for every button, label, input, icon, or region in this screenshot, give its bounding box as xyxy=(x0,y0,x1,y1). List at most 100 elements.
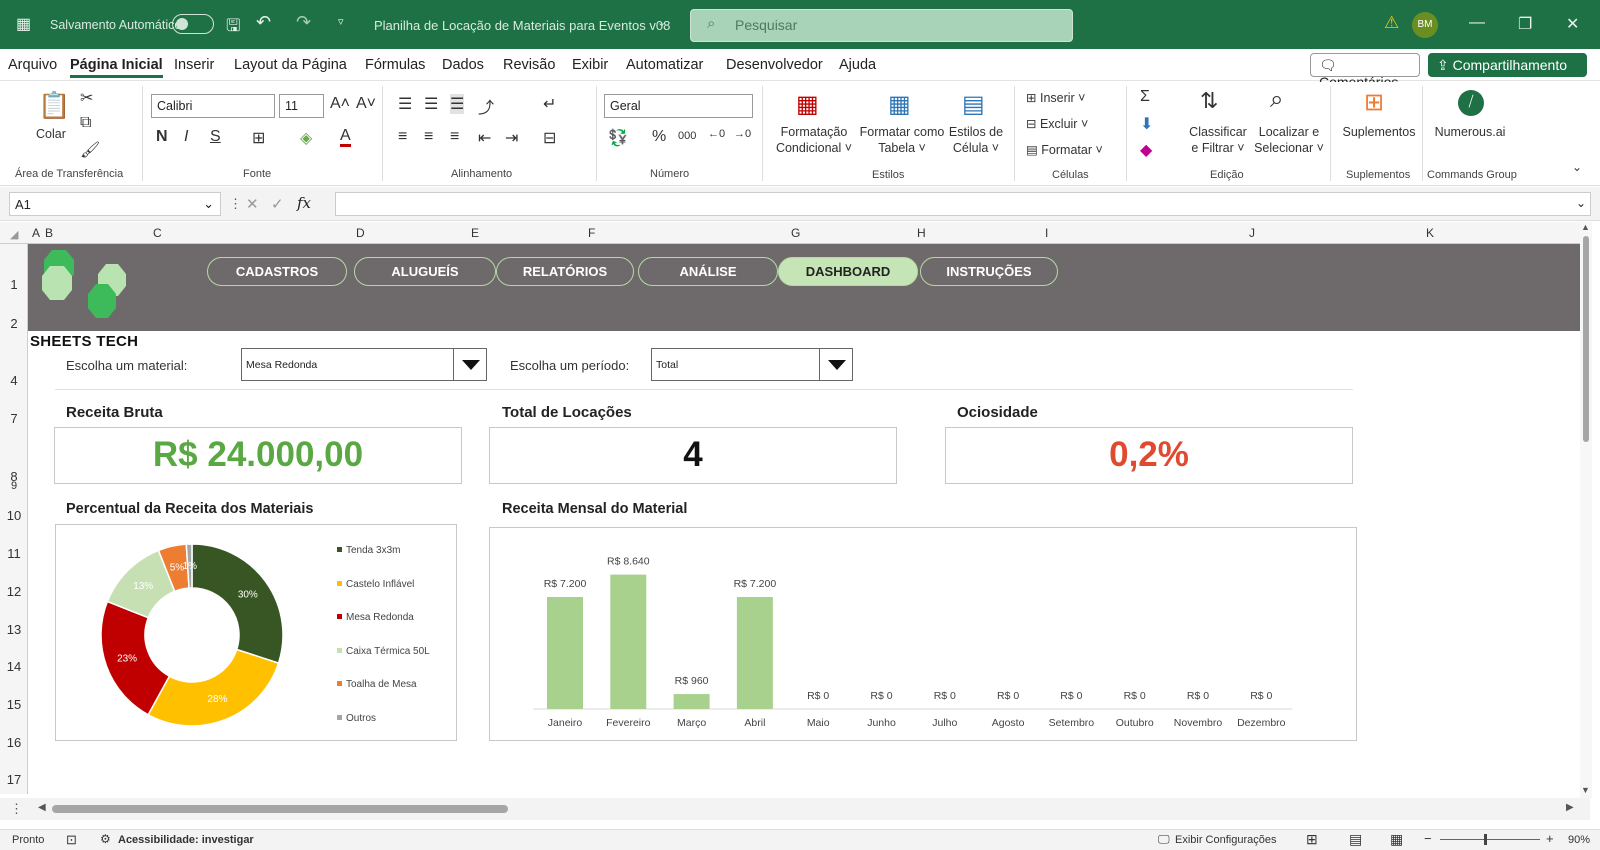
zoom-in-icon[interactable]: + xyxy=(1546,831,1554,846)
ribbon-collapse-icon[interactable]: ⌄ xyxy=(1572,160,1582,174)
row-header[interactable]: 15 xyxy=(0,697,28,712)
horizontal-scrollbar[interactable]: ⋮ ◀ ▶ xyxy=(0,798,1590,820)
find-select-icon[interactable]: ⌕ xyxy=(1270,86,1283,114)
insert-cells-button[interactable]: ⊞ Inserir ˅ xyxy=(1026,90,1085,106)
material-select[interactable]: Mesa Redonda xyxy=(241,348,487,381)
merge-center-icon[interactable]: ⊟ xyxy=(543,128,556,148)
row-header[interactable]: 11 xyxy=(0,546,28,561)
menu-inserir[interactable]: Inserir xyxy=(174,57,214,73)
scroll-down-icon[interactable]: ▼ xyxy=(1581,785,1590,795)
page-layout-icon[interactable]: ▤ xyxy=(1349,831,1362,848)
scroll-right-icon[interactable]: ▶ xyxy=(1566,802,1574,813)
more-icon[interactable]: ⋮ xyxy=(229,196,242,212)
conditional-formatting-icon[interactable]: ▦ xyxy=(796,90,819,119)
format-as-table-label[interactable]: Formatar como Tabela ˅ xyxy=(858,124,946,156)
menu-desenvolvedor[interactable]: Desenvolvedor xyxy=(726,57,823,73)
percent-icon[interactable]: % xyxy=(652,128,666,146)
number-format-select[interactable]: Geral xyxy=(604,94,753,118)
vertical-scrollbar[interactable]: ▲ ▼ xyxy=(1580,222,1592,798)
title-chevron-icon[interactable]: ⌄ xyxy=(657,16,666,29)
fill-color-icon[interactable]: ◈ xyxy=(300,128,312,148)
undo-icon[interactable]: ↶ xyxy=(256,12,271,33)
row-header[interactable]: 7 xyxy=(0,411,28,426)
bold-icon[interactable]: N xyxy=(156,128,168,146)
align-left-icon[interactable]: ≡ xyxy=(398,128,407,146)
row-header[interactable]: 9 xyxy=(0,480,28,492)
row-header[interactable]: 14 xyxy=(0,659,28,674)
formula-expand-icon[interactable]: ⌄ xyxy=(1576,196,1586,210)
dropdown-arrow-icon[interactable] xyxy=(819,349,852,380)
row-header[interactable]: 16 xyxy=(0,735,28,750)
column-header[interactable]: I xyxy=(1045,226,1048,240)
warning-icon[interactable]: ⚠ xyxy=(1384,13,1399,33)
page-break-icon[interactable]: ▦ xyxy=(1390,831,1403,848)
borders-icon[interactable]: ⊞ xyxy=(252,128,265,148)
name-box[interactable]: A1 ⌄ xyxy=(9,192,221,216)
italic-icon[interactable]: I xyxy=(184,128,188,146)
column-header[interactable]: D xyxy=(356,226,365,240)
share-button[interactable]: ⇪ Compartilhamento ⌄ xyxy=(1428,53,1587,90)
column-header[interactable]: F xyxy=(588,226,595,240)
redo-icon[interactable]: ↷ xyxy=(296,12,311,33)
comments-button[interactable]: 🗨 Comentários xyxy=(1310,53,1420,90)
macro-record-icon[interactable]: ⊡ xyxy=(66,832,77,848)
menu-dados[interactable]: Dados xyxy=(442,57,484,73)
align-top-icon[interactable]: ☰ xyxy=(398,94,412,114)
document-title[interactable]: Planilha de Locação de Materiais para Ev… xyxy=(374,18,670,33)
display-settings-label[interactable]: Exibir Configurações xyxy=(1175,834,1277,846)
paste-icon[interactable]: 📋 xyxy=(38,90,70,121)
wrap-text-icon[interactable]: ↵ xyxy=(543,94,556,114)
row-header[interactable]: 12 xyxy=(0,584,28,599)
fill-icon[interactable]: ⬇ xyxy=(1140,114,1153,134)
menu-revisao[interactable]: Revisão xyxy=(503,57,555,73)
zoom-out-icon[interactable]: − xyxy=(1424,831,1432,846)
row-header[interactable]: 4 xyxy=(0,373,28,388)
currency-icon[interactable]: 💱 xyxy=(608,128,628,148)
cell-styles-icon[interactable]: ▤ xyxy=(962,90,985,119)
row-header[interactable]: 1 xyxy=(0,277,28,292)
menu-exibir[interactable]: Exibir xyxy=(572,57,608,73)
horizontal-scroll-thumb[interactable] xyxy=(52,805,508,813)
display-settings-icon[interactable]: 🖵 xyxy=(1158,832,1170,847)
font-name-select[interactable]: Calibri xyxy=(151,94,275,118)
font-color-icon[interactable]: A xyxy=(340,128,351,147)
avatar[interactable]: BM xyxy=(1412,12,1438,38)
scroll-left-icon[interactable]: ◀ xyxy=(38,802,46,813)
cancel-icon[interactable]: ✕ xyxy=(246,195,259,213)
menu-layout[interactable]: Layout da Página xyxy=(234,57,347,73)
row-header[interactable]: 17 xyxy=(0,772,28,787)
font-size-select[interactable]: 11 xyxy=(279,94,324,118)
align-bottom-icon[interactable]: ☰ xyxy=(450,94,465,114)
search-box[interactable]: ⌕ Pesquisar xyxy=(690,9,1073,42)
numerous-ai-label[interactable]: Numerous.ai xyxy=(1428,124,1512,140)
menu-formulas[interactable]: Fórmulas xyxy=(365,57,425,73)
row-header[interactable]: 10 xyxy=(0,508,28,523)
scroll-up-icon[interactable]: ▲ xyxy=(1581,222,1590,232)
comma-style-icon[interactable]: 000 xyxy=(678,130,696,142)
autosave-toggle[interactable] xyxy=(172,14,214,34)
sort-filter-icon[interactable]: ⇅ xyxy=(1200,88,1218,114)
numerous-ai-icon[interactable]: ⧸ xyxy=(1458,90,1484,116)
conditional-formatting-label[interactable]: Formatação Condicional ˅ xyxy=(772,124,856,156)
nav-alugueis[interactable]: ALUGUEÍS xyxy=(354,257,496,286)
menu-pagina-inicial[interactable]: Página Inicial xyxy=(70,57,163,78)
cut-icon[interactable]: ✂ xyxy=(80,88,93,108)
column-header[interactable]: B xyxy=(45,226,53,240)
column-header[interactable]: A xyxy=(32,226,40,240)
row-header[interactable]: 13 xyxy=(0,622,28,637)
increase-indent-icon[interactable]: ⇥ xyxy=(505,128,518,148)
sort-filter-label[interactable]: Classificar e Filtrar ˅ xyxy=(1186,124,1250,156)
menu-automatizar[interactable]: Automatizar xyxy=(626,57,703,73)
period-select[interactable]: Total xyxy=(651,348,853,381)
sheet-options-icon[interactable]: ⋮ xyxy=(10,801,23,817)
dropdown-arrow-icon[interactable] xyxy=(453,349,486,380)
customize-toolbar-icon[interactable]: ▿ xyxy=(338,15,344,28)
decrease-font-icon[interactable]: A˅ xyxy=(356,95,376,113)
column-header[interactable]: C xyxy=(153,226,162,240)
zoom-level[interactable]: 90% xyxy=(1568,834,1590,846)
format-painter-icon[interactable]: 🖌 xyxy=(80,140,100,160)
delete-cells-button[interactable]: ⊟ Excluir ˅ xyxy=(1026,116,1088,132)
zoom-slider-thumb[interactable] xyxy=(1484,834,1487,845)
align-center-icon[interactable]: ≡ xyxy=(424,128,433,146)
align-middle-icon[interactable]: ☰ xyxy=(424,94,438,114)
